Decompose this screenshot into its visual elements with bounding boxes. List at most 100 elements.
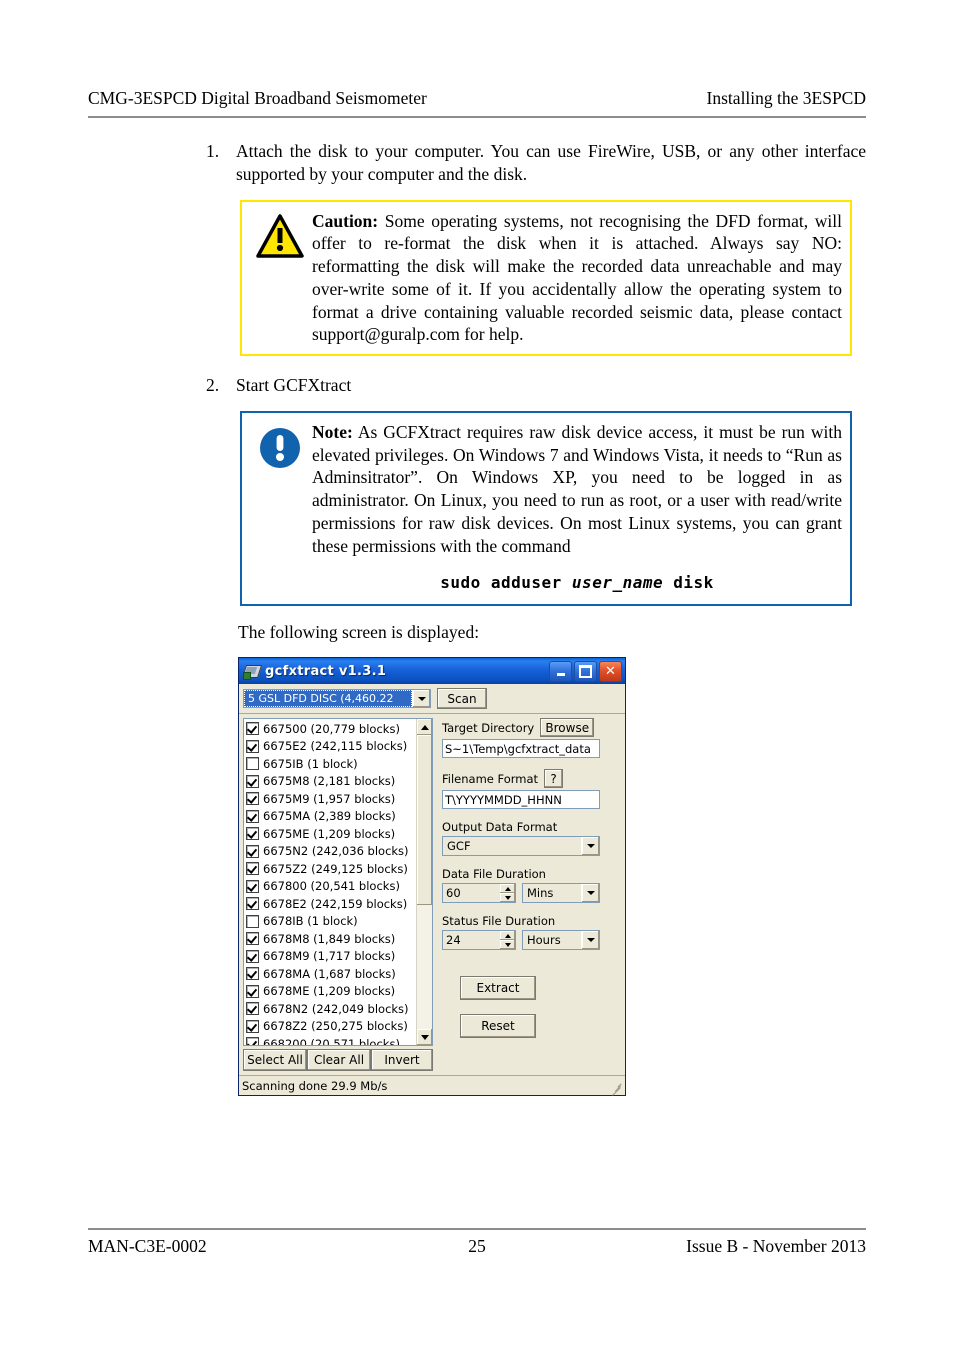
reset-button[interactable]: Reset xyxy=(460,1014,536,1039)
list-item[interactable]: 6675M9 (1,957 blocks) xyxy=(246,790,416,808)
list-item-label: 6678ME (1,209 blocks) xyxy=(263,984,396,999)
list-item[interactable]: 6678M9 (1,717 blocks) xyxy=(246,948,416,966)
select-all-button[interactable]: Select All xyxy=(243,1049,307,1072)
disk-select-combo[interactable]: 5 GSL DFD DISC (4,460.22 xyxy=(243,689,431,709)
checkbox-icon[interactable] xyxy=(246,879,259,893)
list-item-label: 6675ME (1,209 blocks) xyxy=(263,826,396,841)
spin-up-icon[interactable] xyxy=(500,931,515,941)
checkbox-icon[interactable] xyxy=(246,949,259,963)
status-bar: Scanning done 29.9 Mb/s xyxy=(239,1075,625,1096)
data-file-duration-stepper[interactable]: 60 xyxy=(442,883,516,904)
chevron-down-icon[interactable] xyxy=(412,690,430,708)
checkbox-icon[interactable] xyxy=(246,844,259,858)
clear-all-button[interactable]: Clear All xyxy=(307,1049,371,1072)
list-item[interactable]: 6678IB (1 block) xyxy=(246,913,416,931)
data-file-duration-unit: Mins xyxy=(527,886,554,901)
list-item[interactable]: 6675ME (1,209 blocks) xyxy=(246,825,416,843)
checkbox-icon[interactable] xyxy=(246,914,259,928)
checkbox-icon[interactable] xyxy=(246,1037,259,1046)
document-id: MAN-C3E-0002 xyxy=(88,1236,207,1256)
chevron-down-icon[interactable] xyxy=(581,931,599,950)
browse-button[interactable]: Browse xyxy=(540,718,595,738)
list-item[interactable]: 6678Z2 (250,275 blocks) xyxy=(246,1018,416,1036)
close-icon[interactable]: ✕ xyxy=(599,660,622,682)
data-file-duration-unit-combo[interactable]: Mins xyxy=(522,883,600,904)
note-text: As GCFXtract requires raw disk device ac… xyxy=(312,421,842,556)
checkbox-icon[interactable] xyxy=(246,809,259,823)
list-item-label: 668200 (20,571 blocks) xyxy=(263,1036,400,1046)
list-item[interactable]: 6678N2 (242,049 blocks) xyxy=(246,1000,416,1018)
scrollbar-track[interactable] xyxy=(417,905,432,1030)
scroll-down-icon[interactable] xyxy=(417,1029,432,1046)
list-item[interactable]: 6675MA (2,389 blocks) xyxy=(246,808,416,826)
list-item-label: 6678E2 (242,159 blocks) xyxy=(263,896,408,911)
extract-button[interactable]: Extract xyxy=(460,976,536,1001)
list-item-label: 6675E2 (242,115 blocks) xyxy=(263,739,408,754)
scan-button[interactable]: Scan xyxy=(437,688,487,710)
step-1-text: Attach the disk to your computer. You ca… xyxy=(236,141,866,184)
target-directory-input[interactable]: S~1\Temp\gcfxtract_data xyxy=(442,739,600,759)
step-2-text: Start GCFXtract xyxy=(236,375,352,395)
block-list[interactable]: 667500 (20,779 blocks) 6675E2 (242,115 b… xyxy=(243,718,433,1047)
checkbox-icon[interactable] xyxy=(246,792,259,806)
data-file-duration-label: Data File Duration xyxy=(442,867,546,882)
warning-triangle-icon xyxy=(248,210,312,347)
list-item[interactable]: 6678ME (1,209 blocks) xyxy=(246,983,416,1001)
invert-button[interactable]: Invert xyxy=(371,1049,433,1072)
checkbox-icon[interactable] xyxy=(246,827,259,841)
checkbox-icon[interactable] xyxy=(246,739,259,753)
list-item[interactable]: 6675E2 (242,115 blocks) xyxy=(246,738,416,756)
list-item[interactable]: 6678M8 (1,849 blocks) xyxy=(246,930,416,948)
output-data-format-label: Output Data Format xyxy=(442,820,558,835)
resize-grip-icon[interactable] xyxy=(611,1082,623,1096)
filename-format-help-button[interactable]: ? xyxy=(544,769,564,789)
maximize-icon[interactable] xyxy=(574,660,597,682)
list-item[interactable]: 6675N2 (242,036 blocks) xyxy=(246,843,416,861)
minimize-icon[interactable] xyxy=(549,660,572,682)
status-file-duration-stepper[interactable]: 24 xyxy=(442,930,516,951)
checkbox-icon[interactable] xyxy=(246,932,259,946)
caution-text-body: Caution: Some operating systems, not rec… xyxy=(312,210,842,347)
checkbox-icon[interactable] xyxy=(246,984,259,998)
list-item[interactable]: 668200 (20,571 blocks) xyxy=(246,1035,416,1046)
list-item-label: 6678IB (1 block) xyxy=(263,914,358,929)
checkbox-icon[interactable] xyxy=(246,897,259,911)
data-file-duration-value: 60 xyxy=(446,886,461,901)
chevron-down-icon[interactable] xyxy=(581,884,599,903)
scrollbar-thumb[interactable] xyxy=(417,735,432,906)
command-suffix: disk xyxy=(663,573,714,593)
list-item[interactable]: 6675Z2 (249,125 blocks) xyxy=(246,860,416,878)
checkbox-icon[interactable] xyxy=(246,774,259,788)
spin-down-icon[interactable] xyxy=(500,893,515,903)
chevron-down-icon[interactable] xyxy=(581,837,599,856)
checkbox-icon[interactable] xyxy=(246,1019,259,1033)
checkbox-icon[interactable] xyxy=(246,862,259,876)
list-item[interactable]: 6678MA (1,687 blocks) xyxy=(246,965,416,983)
status-file-duration-unit-combo[interactable]: Hours xyxy=(522,930,600,951)
output-data-format-combo[interactable]: GCF xyxy=(442,836,600,857)
list-item[interactable]: 6678E2 (242,159 blocks) xyxy=(246,895,416,913)
checkbox-icon[interactable] xyxy=(246,757,259,771)
list-item[interactable]: 667800 (20,541 blocks) xyxy=(246,878,416,896)
gcfxtract-window: gcfxtract v1.3.1 ✕ 5 GSL DFD DISC (4,460… xyxy=(238,657,626,1097)
window-controls: ✕ xyxy=(549,660,622,682)
info-exclamation-icon xyxy=(248,421,312,596)
spinner-buttons[interactable] xyxy=(500,931,515,950)
list-item[interactable]: 6675IB (1 block) xyxy=(246,755,416,773)
spin-down-icon[interactable] xyxy=(500,940,515,950)
spin-up-icon[interactable] xyxy=(500,884,515,894)
header-left-title: CMG-3ESPCD Digital Broadband Seismometer xyxy=(88,88,427,108)
status-file-duration-unit: Hours xyxy=(527,933,561,948)
list-item-label: 6678MA (1,687 blocks) xyxy=(263,966,396,981)
list-item[interactable]: 6675M8 (2,181 blocks) xyxy=(246,773,416,791)
list-item[interactable]: 667500 (20,779 blocks) xyxy=(246,720,416,738)
checkbox-icon[interactable] xyxy=(246,1002,259,1016)
note-label: Note: xyxy=(312,421,353,442)
scroll-up-icon[interactable] xyxy=(417,719,432,736)
list-item-label: 6675Z2 (249,125 blocks) xyxy=(263,861,408,876)
list-scrollbar[interactable] xyxy=(416,719,432,1046)
spinner-buttons[interactable] xyxy=(500,884,515,903)
checkbox-icon[interactable] xyxy=(246,722,259,736)
checkbox-icon[interactable] xyxy=(246,967,259,981)
filename-format-input[interactable]: T\YYYYMMDD_HHNN xyxy=(442,790,600,810)
